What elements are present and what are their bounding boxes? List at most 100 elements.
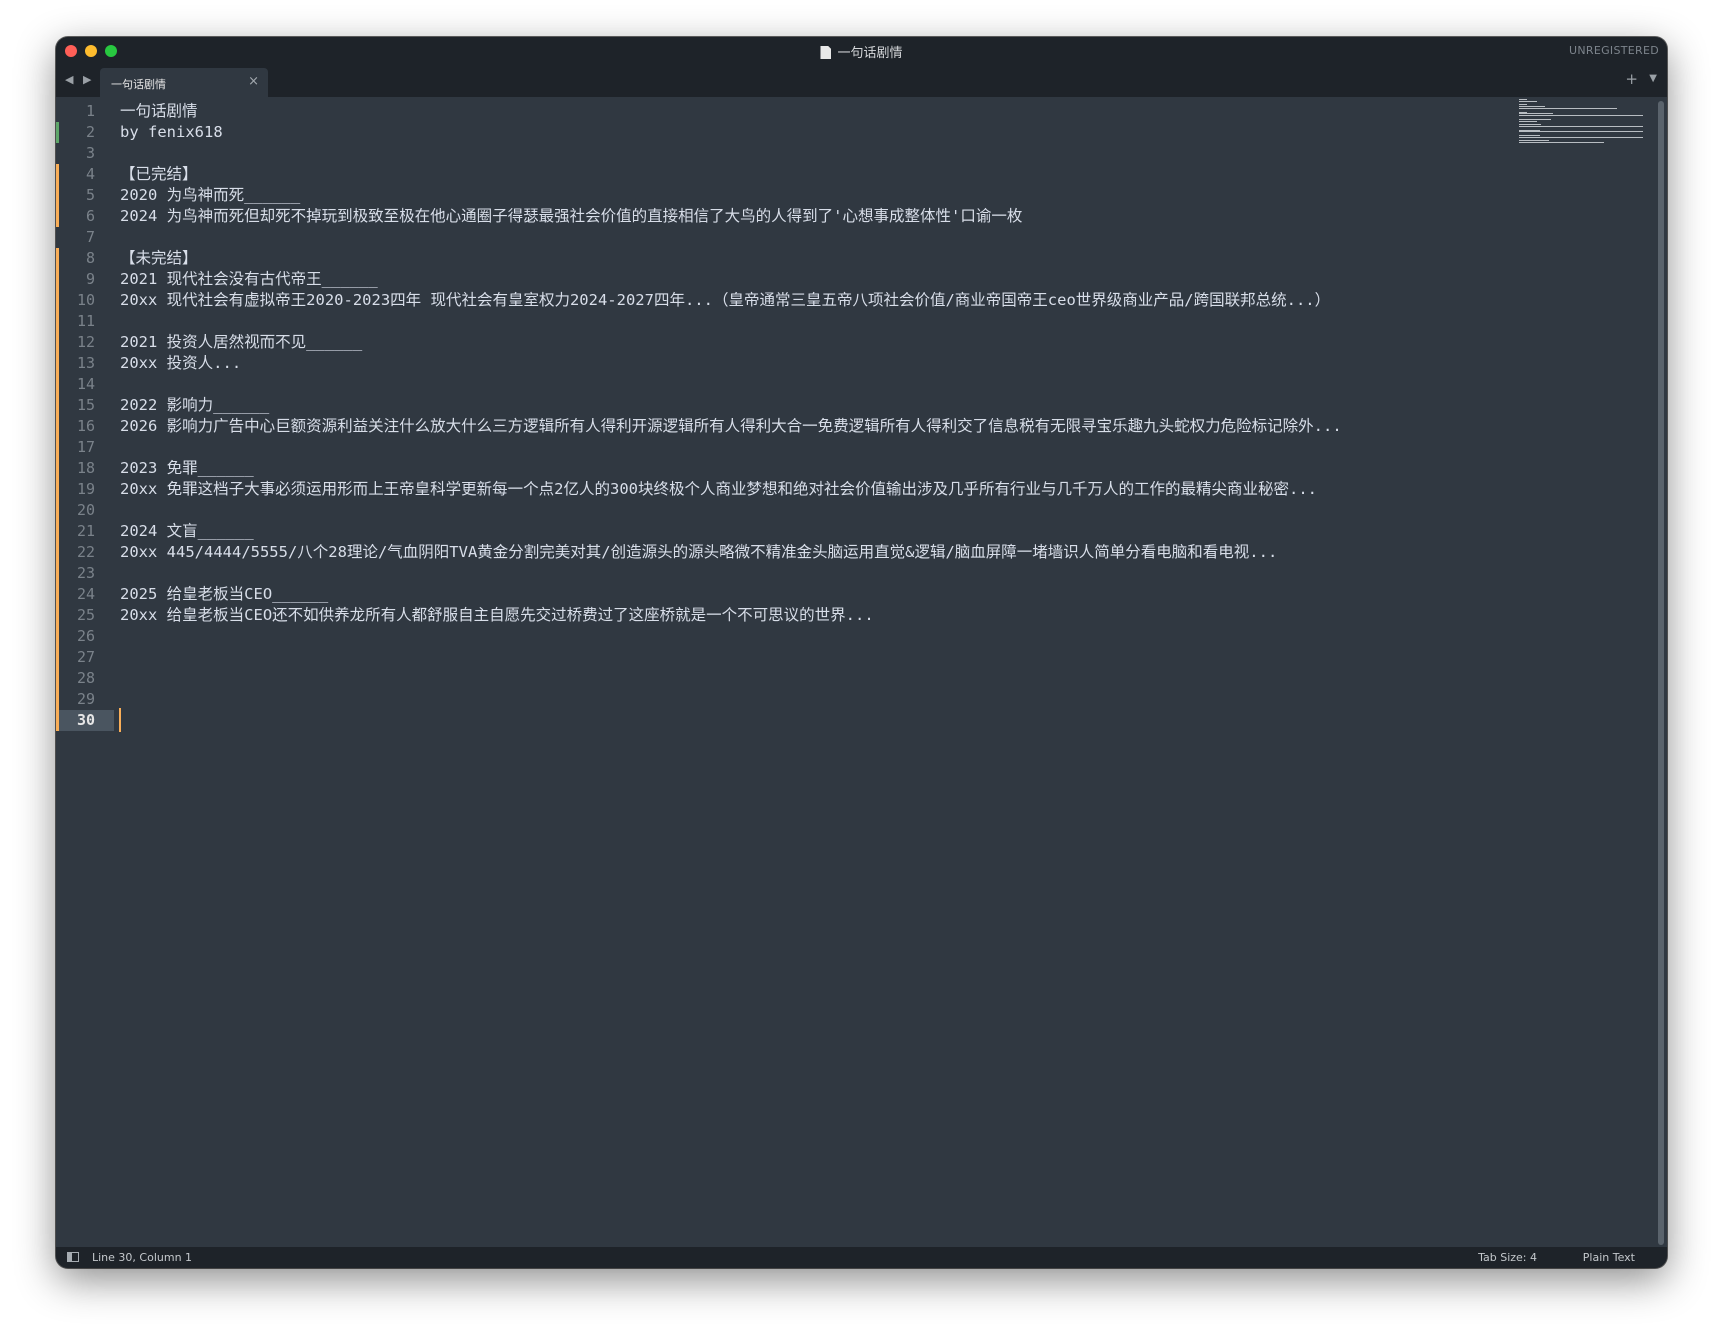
editor-line[interactable]: 30	[56, 708, 1667, 732]
line-text: 2022 影响力______	[120, 396, 270, 414]
line-text: 20xx 给皇老板当CEO还不如供养龙所有人都舒服自主自愿先交过桥费过了这座桥就…	[120, 606, 874, 624]
line-text: 2024 文盲______	[120, 522, 254, 540]
line-number: 28	[76, 669, 95, 687]
line-number: 14	[76, 375, 95, 393]
editor-line[interactable]: 17	[56, 437, 1667, 458]
editor-line[interactable]: 7	[56, 227, 1667, 248]
minimap-line	[1519, 126, 1643, 127]
editor-line[interactable]: 14	[56, 374, 1667, 395]
editor-line[interactable]: 25 20xx 给皇老板当CEO还不如供养龙所有人都舒服自主自愿先交过桥费过了这座…	[56, 605, 1667, 626]
unregistered-label: UNREGISTERED	[1569, 44, 1659, 57]
sidebar-toggle-icon[interactable]	[67, 1252, 79, 1262]
line-text: 2024 为鸟神而死但却死不掉玩到极致至极在他心通圈子得瑟最强社会价值的直接相信…	[120, 207, 1023, 225]
line-number: 11	[76, 312, 95, 330]
syntax-selector[interactable]: Plain Text	[1583, 1251, 1635, 1264]
line-text: 2021 现代社会没有古代帝王______	[120, 270, 378, 288]
editor-line[interactable]: 5 2020 为鸟神而死______	[56, 185, 1667, 206]
line-number: 7	[85, 228, 95, 246]
tab-nav-arrows-icon[interactable]: ◀ ▶	[65, 73, 94, 86]
editor-line[interactable]: 20	[56, 500, 1667, 521]
line-number: 17	[76, 438, 95, 456]
line-number: 1	[85, 102, 95, 120]
editor-line[interactable]: 23	[56, 563, 1667, 584]
editor-line[interactable]: 29	[56, 689, 1667, 710]
line-text: 2021 投资人居然视而不见______	[120, 333, 363, 351]
tab-label: 一句话剧情	[111, 78, 166, 91]
text-caret	[119, 708, 121, 732]
minimap-line	[1519, 100, 1537, 102]
minimap-line	[1519, 136, 1643, 138]
editor-line[interactable]: 28	[56, 668, 1667, 689]
line-number: 13	[76, 354, 95, 372]
editor-area[interactable]: 1 一句话剧情 2 by fenix618 3 4 【已完结】 5 2020 为鸟神而死____…	[56, 97, 1667, 1247]
line-number: 10	[76, 291, 95, 309]
editor-line[interactable]: 4 【已完结】	[56, 164, 1667, 185]
line-text: 2020 为鸟神而死______	[120, 186, 301, 204]
minimap-line	[1519, 115, 1643, 117]
line-text: 20xx 投资人...	[120, 354, 242, 372]
tab-active[interactable]: 一句话剧情 ×	[100, 68, 268, 97]
editor-line[interactable]: 19 20xx 免罪这档子大事必须运用形而上王帝皇科学更新每一个点2亿人的300块…	[56, 479, 1667, 500]
minimap-line	[1519, 131, 1643, 133]
line-number: 23	[76, 564, 95, 582]
tab-size-selector[interactable]: Tab Size: 4	[1478, 1251, 1537, 1264]
line-number: 8	[85, 249, 95, 267]
editor-line[interactable]: 26	[56, 626, 1667, 647]
line-text: 2023 免罪______	[120, 459, 254, 477]
line-number: 24	[76, 585, 95, 603]
line-text: by fenix618	[120, 123, 223, 141]
editor-line[interactable]: 12 2021 投资人居然视而不见______	[56, 332, 1667, 353]
minimap[interactable]	[1517, 99, 1647, 153]
editor-line[interactable]: 13 20xx 投资人...	[56, 353, 1667, 374]
line-number: 5	[85, 186, 95, 204]
minimap-line	[1519, 142, 1604, 144]
line-number: 4	[85, 165, 95, 183]
status-bar: Line 30, Column 1 Tab Size: 4 Plain Text	[56, 1247, 1667, 1268]
line-number: 15	[76, 396, 95, 414]
line-text: 20xx 445/4444/5555/八个28理论/气血阴阳TVA黄金分割完美对…	[120, 543, 1278, 561]
editor-window: 一句话剧情 UNREGISTERED ◀ ▶ 一句话剧情 × + ▼ 1 一句话剧…	[56, 37, 1667, 1268]
line-number: 18	[76, 459, 95, 477]
new-tab-icon[interactable]: +	[1625, 70, 1638, 88]
line-number: 12	[76, 333, 95, 351]
editor-line[interactable]: 3	[56, 143, 1667, 164]
line-number: 2	[85, 123, 95, 141]
tab-close-icon[interactable]: ×	[248, 74, 259, 89]
line-number: 3	[85, 144, 95, 162]
line-number: 9	[85, 270, 95, 288]
line-number: 16	[76, 417, 95, 435]
editor-line[interactable]: 8 【未完结】	[56, 248, 1667, 269]
tab-menu-icon[interactable]: ▼	[1649, 73, 1657, 84]
line-text: 一句话剧情	[120, 102, 198, 120]
editor-line[interactable]: 1 一句话剧情	[56, 101, 1667, 122]
editor-line[interactable]: 16 2026 影响力广告中心巨额资源利益关注什么放大什么三方逻辑所有人得利开源逻…	[56, 416, 1667, 437]
line-number: 22	[76, 543, 95, 561]
window-title: 一句话剧情	[56, 42, 1667, 61]
line-number: 20	[76, 501, 95, 519]
editor-line[interactable]: 18 2023 免罪______	[56, 458, 1667, 479]
minimap-line	[1519, 120, 1537, 122]
line-number: 21	[76, 522, 95, 540]
window-title-text: 一句话剧情	[837, 46, 903, 61]
editor-line[interactable]: 15 2022 影响力______	[56, 395, 1667, 416]
line-text: 【已完结】	[120, 165, 198, 183]
editor-line[interactable]: 10 20xx 现代社会有虚拟帝王2020-2023四年 现代社会有皇室权力202…	[56, 290, 1667, 311]
line-text: 【未完结】	[120, 249, 198, 267]
line-number: 29	[76, 690, 95, 708]
editor-line[interactable]: 22 20xx 445/4444/5555/八个28理论/气血阴阳TVA黄金分割完…	[56, 542, 1667, 563]
line-text: 2026 影响力广告中心巨额资源利益关注什么放大什么三方逻辑所有人得利开源逻辑所…	[120, 417, 1342, 435]
line-number: 26	[76, 627, 95, 645]
editor-line[interactable]: 27	[56, 647, 1667, 668]
editor-line[interactable]: 21 2024 文盲______	[56, 521, 1667, 542]
document-icon	[820, 46, 832, 59]
line-number: 30	[76, 711, 95, 729]
editor-line[interactable]: 11	[56, 311, 1667, 332]
editor-line[interactable]: 2 by fenix618	[56, 122, 1667, 143]
title-bar: 一句话剧情 UNREGISTERED	[56, 37, 1667, 64]
line-text: 2025 给皇老板当CEO______	[120, 585, 329, 603]
vertical-scrollbar[interactable]	[1658, 101, 1664, 1245]
editor-line[interactable]: 6 2024 为鸟神而死但却死不掉玩到极致至极在他心通圈子得瑟最强社会价值的直接相…	[56, 206, 1667, 227]
editor-line[interactable]: 24 2025 给皇老板当CEO______	[56, 584, 1667, 605]
editor-line[interactable]: 9 2021 现代社会没有古代帝王______	[56, 269, 1667, 290]
line-number: 27	[76, 648, 95, 666]
